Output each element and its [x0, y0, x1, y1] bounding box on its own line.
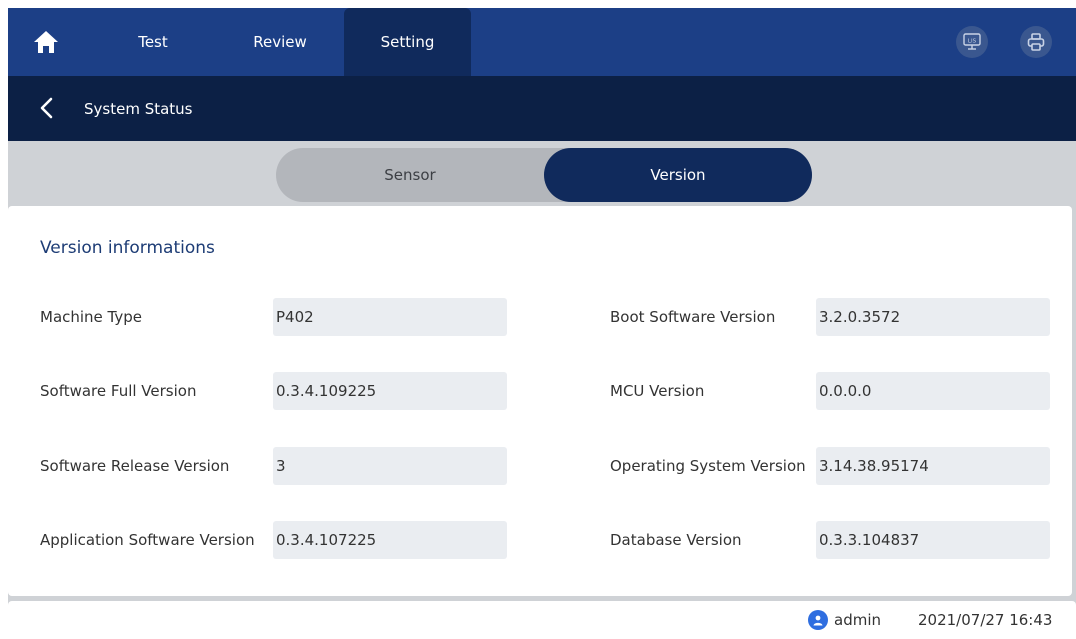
lis-button[interactable]: LIS — [956, 26, 988, 58]
boot-software-version-value: 3.2.0.3572 — [816, 298, 1050, 336]
top-nav-bar: Test Review Setting LIS — [8, 8, 1076, 76]
lis-label: LIS — [968, 39, 977, 45]
print-button[interactable] — [1020, 26, 1052, 58]
application-software-version-value: 0.3.4.107225 — [273, 521, 507, 559]
lis-monitor-icon: LIS — [963, 33, 981, 50]
software-full-version-label: Software Full Version — [40, 382, 197, 400]
software-full-version-value: 0.3.4.109225 — [273, 372, 507, 410]
status-footer: admin 2021/07/27 16:43 — [8, 601, 1076, 639]
page-title: System Status — [84, 99, 193, 118]
software-release-version-value: 3 — [273, 447, 507, 485]
tab-review[interactable]: Review — [226, 8, 334, 76]
datetime: 2021/07/27 16:43 — [918, 611, 1053, 629]
username: admin — [834, 611, 881, 629]
application-software-version-label: Application Software Version — [40, 531, 255, 549]
printer-icon — [1027, 33, 1045, 51]
tab-setting-label: Setting — [380, 33, 435, 51]
sub-header: System Status — [8, 76, 1076, 141]
mcu-version-label: MCU Version — [610, 382, 705, 400]
status-segment-control: Sensor Version — [276, 148, 812, 202]
section-title: Version informations — [40, 238, 215, 258]
version-info-panel: Version informations Machine Type P402 S… — [8, 206, 1072, 596]
database-version-label: Database Version — [610, 531, 742, 549]
segment-version[interactable]: Version — [544, 148, 812, 202]
home-icon — [34, 31, 58, 53]
tab-test[interactable]: Test — [104, 8, 202, 76]
operating-system-version-value: 3.14.38.95174 — [816, 447, 1050, 485]
segment-sensor[interactable]: Sensor — [276, 148, 544, 202]
operating-system-version-label: Operating System Version — [610, 457, 806, 475]
tab-test-label: Test — [138, 33, 168, 51]
segment-version-label: Version — [650, 166, 706, 184]
machine-type-value: P402 — [273, 298, 507, 336]
machine-type-label: Machine Type — [40, 308, 143, 326]
software-release-version-label: Software Release Version — [40, 457, 230, 475]
tab-review-label: Review — [253, 33, 307, 51]
mcu-version-value: 0.0.0.0 — [816, 372, 1050, 410]
app-frame: Test Review Setting LIS System Status Se… — [8, 8, 1076, 639]
user-icon[interactable] — [808, 610, 828, 630]
home-button[interactable] — [30, 26, 62, 58]
user-silhouette-icon — [813, 615, 823, 626]
segment-sensor-label: Sensor — [384, 166, 436, 184]
database-version-value: 0.3.3.104837 — [816, 521, 1050, 559]
tab-setting[interactable]: Setting — [344, 8, 471, 76]
back-arrow-icon[interactable] — [36, 96, 60, 120]
boot-software-version-label: Boot Software Version — [610, 308, 776, 326]
